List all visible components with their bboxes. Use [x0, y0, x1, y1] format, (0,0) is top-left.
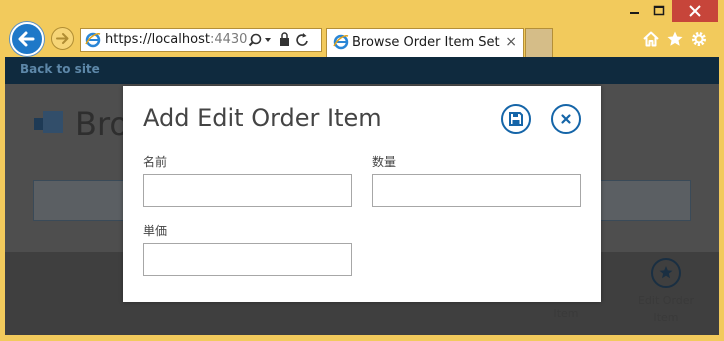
quantity-field[interactable]	[372, 174, 581, 207]
settings-gear-icon[interactable]	[690, 30, 708, 48]
browser-titlebar: https://localhost:44303/ Browse Order It…	[0, 0, 724, 57]
address-url: https://localhost:44303/	[105, 32, 261, 47]
app-logo-icon	[34, 111, 63, 133]
unit-price-label: 単価	[143, 224, 168, 238]
tab-title: Browse Order Item Set	[352, 35, 500, 50]
window-close-icon	[689, 5, 701, 17]
browser-tab[interactable]: Browse Order Item Set ×	[326, 28, 524, 57]
unit-price-field[interactable]	[143, 243, 352, 276]
name-field[interactable]	[143, 174, 352, 207]
address-tools	[247, 29, 321, 51]
minimize-icon	[630, 12, 639, 14]
back-button[interactable]	[10, 22, 44, 56]
edit-order-item-label: Edit Order Item	[637, 294, 695, 324]
ie-logo-icon	[333, 34, 349, 50]
forward-arrow-icon	[56, 33, 69, 44]
tab-close-button[interactable]: ×	[505, 34, 517, 50]
ie-logo-icon	[85, 32, 101, 48]
back-to-site-link[interactable]: Back to site	[20, 62, 100, 76]
close-icon	[561, 114, 571, 124]
save-icon	[509, 112, 523, 126]
dialog-title: Add Edit Order Item	[143, 104, 382, 132]
favorites-star-icon[interactable]	[666, 30, 684, 48]
minimize-button[interactable]	[622, 0, 646, 22]
dropdown-icon[interactable]	[265, 38, 271, 42]
star-icon	[651, 258, 681, 288]
item-command[interactable]: Item	[538, 305, 594, 322]
site-nav-bar: Back to site	[5, 57, 719, 84]
maximize-button[interactable]	[646, 0, 672, 22]
close-button[interactable]	[551, 104, 581, 134]
back-arrow-icon	[18, 31, 35, 47]
address-bar[interactable]: https://localhost:44303/	[80, 28, 322, 52]
item-command-label: Item	[553, 307, 579, 320]
search-icon[interactable]	[248, 33, 262, 47]
maximize-icon	[653, 5, 665, 16]
home-icon[interactable]	[642, 30, 660, 48]
new-tab-button[interactable]	[525, 28, 553, 57]
refresh-icon[interactable]	[296, 33, 308, 46]
add-edit-dialog: Add Edit Order Item 名前 数量 単価	[123, 86, 601, 302]
name-label: 名前	[143, 155, 168, 169]
save-button[interactable]	[501, 104, 531, 134]
forward-button[interactable]	[51, 27, 74, 50]
quantity-label: 数量	[372, 155, 397, 169]
lock-icon[interactable]	[280, 32, 289, 46]
page-title: Bro	[75, 105, 129, 143]
edit-order-item-command[interactable]: Edit Order Item	[633, 258, 699, 326]
window-close-button[interactable]	[672, 0, 718, 22]
